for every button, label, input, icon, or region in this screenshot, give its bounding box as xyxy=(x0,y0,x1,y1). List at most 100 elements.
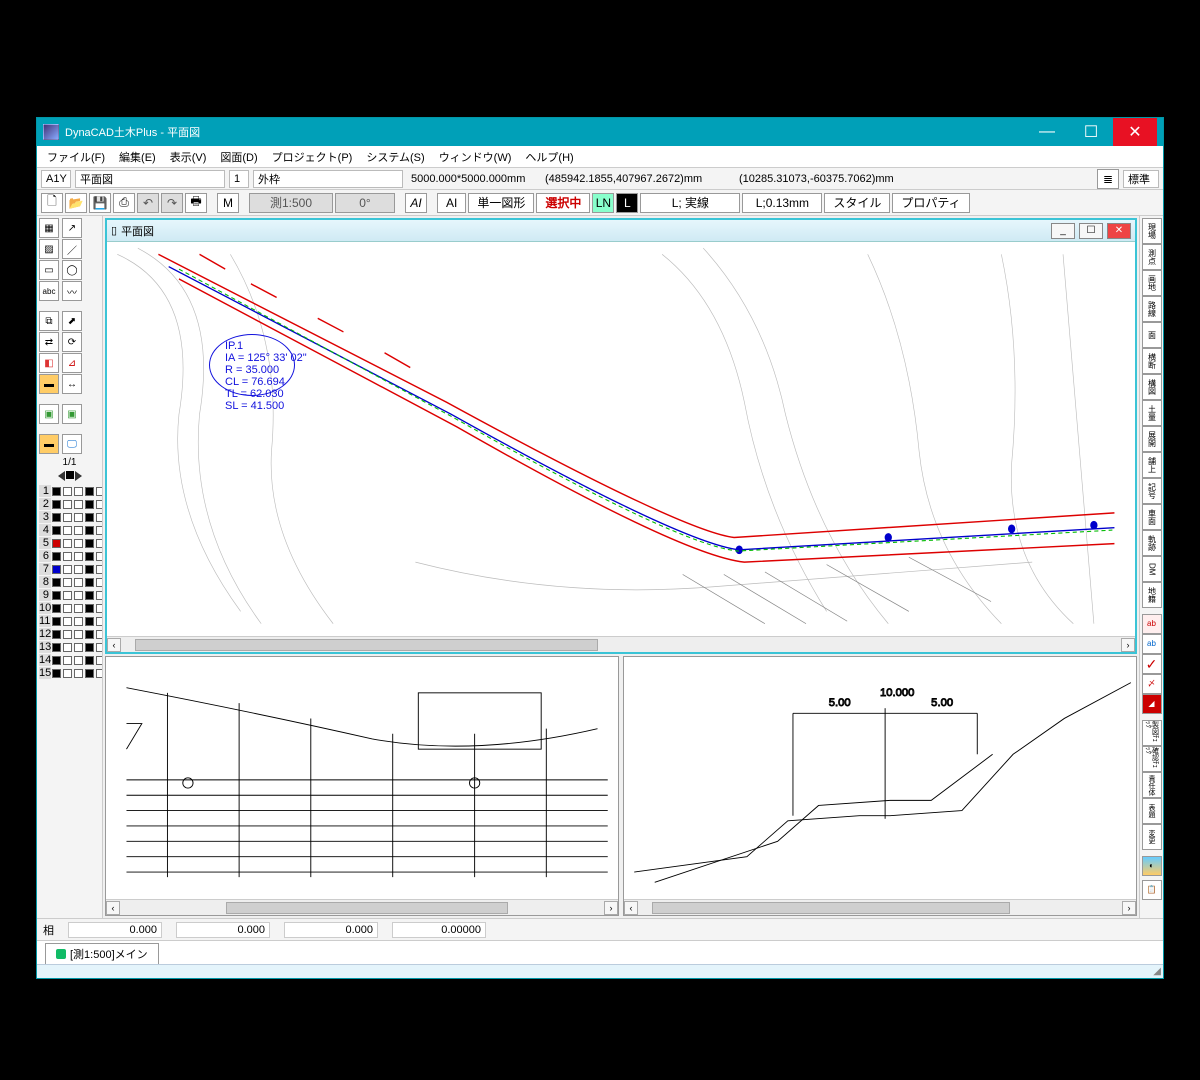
tool-note-icon[interactable]: ▬ xyxy=(39,434,59,454)
tool-display-icon[interactable]: 🖵 xyxy=(62,434,82,454)
plan-canvas[interactable]: IP.1 IA = 125° 33' 02" R = 35.000 CL = 7… xyxy=(107,242,1135,636)
layer-row[interactable]: 10 xyxy=(39,602,100,614)
minimize-button[interactable]: — xyxy=(1025,118,1069,146)
menu-system[interactable]: システム(S) xyxy=(360,147,430,167)
tool-move-icon[interactable]: ⬈ xyxy=(62,311,82,331)
tool-arrow-icon[interactable]: ↗ xyxy=(62,218,82,238)
right-tab-軌跡[interactable]: 軌跡 xyxy=(1142,530,1162,556)
layer-row[interactable]: 4 xyxy=(39,524,100,536)
close-button[interactable]: ✕ xyxy=(1113,118,1157,146)
l-button[interactable]: L xyxy=(616,193,638,213)
layer-row[interactable]: 13 xyxy=(39,641,100,653)
ai-button-1[interactable]: AI xyxy=(405,193,427,213)
layer-row[interactable]: 5 xyxy=(39,537,100,549)
menu-window[interactable]: ウィンドウ(W) xyxy=(433,147,518,167)
doc-maximize-button[interactable]: ☐ xyxy=(1079,223,1103,239)
ai-button-2[interactable]: AI xyxy=(437,193,466,213)
right-check-変更[interactable]: 変更 xyxy=(1142,824,1162,850)
linewidth-field[interactable]: L;0.13mm xyxy=(742,193,822,213)
menu-file[interactable]: ファイル(F) xyxy=(41,147,111,167)
doc-minimize-button[interactable]: _ xyxy=(1051,223,1075,239)
page-next-icon[interactable] xyxy=(75,471,82,481)
layer-row[interactable]: 11 xyxy=(39,615,100,627)
right-tab-面[interactable]: 面 xyxy=(1142,322,1162,348)
resize-grip-icon[interactable]: ◢ xyxy=(1153,966,1161,977)
plan-scrollbar-h[interactable]: ‹› xyxy=(107,636,1135,652)
layer-row[interactable]: 14 xyxy=(39,654,100,666)
doc-close-button[interactable]: ✕ xyxy=(1107,223,1131,239)
maximize-button[interactable]: ☐ xyxy=(1069,118,1113,146)
right-tab-測点[interactable]: 測点 xyxy=(1142,244,1162,270)
right-tab-地籍[interactable]: 地籍 xyxy=(1142,582,1162,608)
tool-rotate-icon[interactable]: ⟳ xyxy=(62,332,82,352)
tool-copy-icon[interactable]: ⧉ xyxy=(39,311,59,331)
info-list-icon[interactable]: ≣ xyxy=(1097,169,1119,189)
layer-row[interactable]: 7 xyxy=(39,563,100,575)
tool-measure-icon[interactable]: ⊿ xyxy=(62,353,82,373)
tool-layer-icon[interactable]: ▬ xyxy=(39,374,59,394)
tool-erase-icon[interactable]: ◧ xyxy=(39,353,59,373)
linetype-field[interactable]: L; 実線 xyxy=(640,193,740,213)
menu-view[interactable]: 表示(V) xyxy=(164,147,213,167)
single-shape-button[interactable]: 単一図形 xyxy=(468,193,534,213)
layer-row[interactable]: 3 xyxy=(39,511,100,523)
right-tab-舗上[interactable]: 舗上 xyxy=(1142,452,1162,478)
layer-row[interactable]: 2 xyxy=(39,498,100,510)
cross-section-canvas[interactable]: 5.00 5.00 10.000 xyxy=(624,657,1136,899)
tool-spline-icon[interactable]: 〰 xyxy=(62,281,82,301)
check-red-icon[interactable]: ✓ xyxy=(1142,654,1162,674)
menu-drawing[interactable]: 図面(D) xyxy=(214,147,263,167)
m-toggle[interactable]: M xyxy=(217,193,239,213)
right-check-確認ﾁｪｯｸ[interactable]: 確認ﾁｪｯｸ xyxy=(1142,746,1162,772)
redo-icon[interactable]: ↷ xyxy=(161,193,183,213)
right-tab-土量[interactable]: 土量 xyxy=(1142,400,1162,426)
right-tab-構図[interactable]: 構図 xyxy=(1142,374,1162,400)
undo-icon[interactable]: ↶ xyxy=(137,193,159,213)
palette-icon[interactable]: ◐ xyxy=(1142,856,1162,876)
menu-edit[interactable]: 編集(E) xyxy=(113,147,162,167)
scale-field[interactable]: 測1:500 xyxy=(249,193,333,213)
right-tab-現場[interactable]: 現場 xyxy=(1142,218,1162,244)
tool-circle-icon[interactable]: ◯ xyxy=(62,260,82,280)
right-tab-横断[interactable]: 横断 xyxy=(1142,348,1162,374)
tool-hatch-icon[interactable]: ▨ xyxy=(39,239,59,259)
clipboard-icon[interactable]: 📋 xyxy=(1142,880,1162,900)
right-check-責任体[interactable]: 責任体 xyxy=(1142,772,1162,798)
menu-project[interactable]: プロジェクト(P) xyxy=(266,147,359,167)
ab-blue-icon[interactable]: ab xyxy=(1142,634,1162,654)
tool-grid-icon[interactable]: ▦ xyxy=(39,218,59,238)
save-icon[interactable]: 💾 xyxy=(89,193,111,213)
tab-main[interactable]: [測1:500]メイン xyxy=(45,943,159,964)
ln-button[interactable]: LN xyxy=(592,193,614,213)
tool-mirror-icon[interactable]: ⇄ xyxy=(39,332,59,352)
sign-icon[interactable]: 〆 xyxy=(1142,674,1162,694)
angle-field[interactable]: 0° xyxy=(335,193,395,213)
profile-canvas[interactable] xyxy=(106,657,618,899)
layer-row[interactable]: 6 xyxy=(39,550,100,562)
style-button[interactable]: スタイル xyxy=(824,193,890,213)
layer-row[interactable]: 15 xyxy=(39,667,100,679)
right-tab-DM[interactable]: DM xyxy=(1142,556,1162,582)
tool-line-icon[interactable]: ／ xyxy=(62,239,82,259)
info-mode[interactable]: 標準 xyxy=(1123,170,1159,188)
tool-check-icon[interactable]: ▣ xyxy=(39,404,59,424)
new-file-icon[interactable]: 🗋 xyxy=(41,193,63,213)
right-tab-展開[interactable]: 展開 xyxy=(1142,426,1162,452)
right-tab-画地[interactable]: 画地 xyxy=(1142,270,1162,296)
tool-dim-icon[interactable]: ↔ xyxy=(62,374,82,394)
ab-red-icon[interactable]: ab xyxy=(1142,614,1162,634)
tool-rect-icon[interactable]: ▭ xyxy=(39,260,59,280)
layer-row[interactable]: 1 xyxy=(39,485,100,497)
triangle-red-icon[interactable]: ◢ xyxy=(1142,694,1162,714)
menu-help[interactable]: ヘルプ(H) xyxy=(519,147,579,167)
property-button[interactable]: プロパティ xyxy=(892,193,969,213)
right-tab-記号[interactable]: 記号 xyxy=(1142,478,1162,504)
layer-row[interactable]: 9 xyxy=(39,589,100,601)
print-icon[interactable]: 🖶 xyxy=(185,193,207,213)
layer-row[interactable]: 8 xyxy=(39,576,100,588)
tool-text-icon[interactable]: abc xyxy=(39,281,59,301)
right-tab-車面[interactable]: 車面 xyxy=(1142,504,1162,530)
open-file-icon[interactable]: 📂 xyxy=(65,193,87,213)
save-all-icon[interactable]: ⎙ xyxy=(113,193,135,213)
right-tab-路線[interactable]: 路線 xyxy=(1142,296,1162,322)
